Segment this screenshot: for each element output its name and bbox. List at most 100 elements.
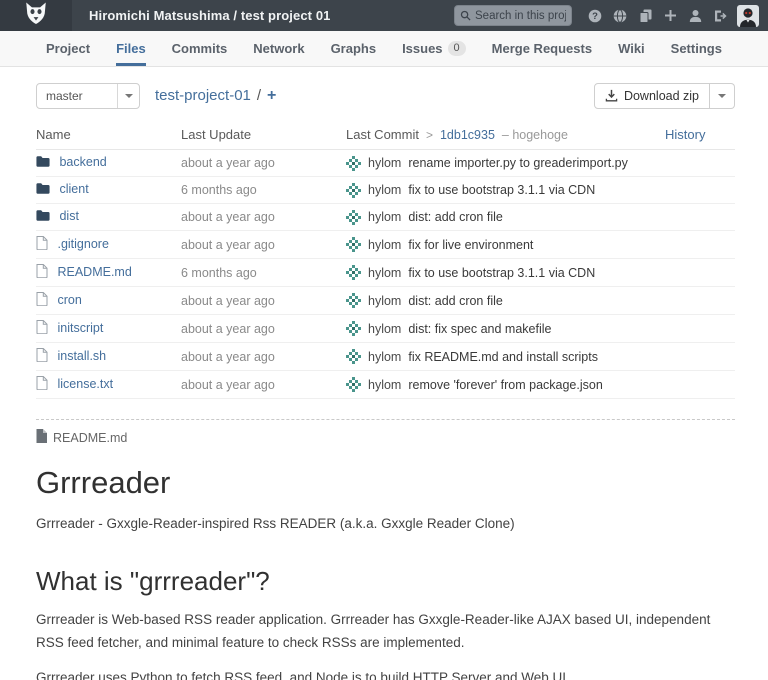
column-header-last-update: Last Update: [181, 122, 346, 150]
help-icon[interactable]: ?: [588, 9, 602, 23]
tab-commits[interactable]: Commits: [172, 31, 228, 66]
commit-message-link[interactable]: fix README.md and install scripts: [408, 350, 598, 364]
commit-message-link[interactable]: dist: add cron file: [408, 210, 503, 224]
readme-title: Grrreader: [36, 465, 735, 501]
project-title: Hiromichi Matsushima / test project 01: [89, 8, 330, 23]
sign-out-icon[interactable]: [713, 9, 727, 23]
last-update: about a year ago: [181, 315, 346, 343]
table-row[interactable]: .gitignore about a year ago hylom fix fo…: [36, 231, 735, 259]
table-row[interactable]: cron about a year ago hylom dist: add cr…: [36, 287, 735, 315]
fox-logo-icon: [23, 0, 49, 31]
repo-toolbar: master test-project-01 / + Download zip: [36, 82, 735, 109]
author-avatar: [346, 377, 361, 392]
table-row[interactable]: license.txt about a year ago hylom remov…: [36, 371, 735, 399]
table-row[interactable]: client 6 months ago hylom fix to use boo…: [36, 177, 735, 204]
column-header-name: Name: [36, 122, 181, 150]
history-link[interactable]: History: [665, 127, 705, 142]
table-row[interactable]: dist about a year ago hylom dist: add cr…: [36, 204, 735, 231]
last-update: about a year ago: [181, 371, 346, 399]
folder-icon: [36, 209, 50, 225]
author-avatar: [346, 237, 361, 252]
app-logo[interactable]: [0, 0, 72, 31]
download-icon: [605, 89, 618, 102]
tab-files[interactable]: Files: [116, 31, 146, 66]
tab-network[interactable]: Network: [253, 31, 304, 66]
file-icon: [36, 264, 48, 281]
commit-author: hylom: [368, 210, 401, 224]
download-button-group: Download zip: [594, 83, 735, 109]
readme-section-what-is: What is "grrreader"?: [36, 566, 735, 597]
commit-ref-link[interactable]: 1db1c935: [440, 128, 495, 142]
tab-project[interactable]: Project: [46, 31, 90, 66]
author-avatar: [346, 156, 361, 171]
tab-graphs[interactable]: Graphs: [331, 31, 377, 66]
author-avatar: [346, 293, 361, 308]
search-input[interactable]: [475, 10, 566, 22]
last-update: about a year ago: [181, 287, 346, 315]
commit-message-link[interactable]: fix to use bootstrap 3.1.1 via CDN: [408, 266, 595, 280]
author-avatar: [346, 321, 361, 336]
last-update: about a year ago: [181, 231, 346, 259]
globe-icon[interactable]: [613, 9, 627, 23]
last-update: about a year ago: [181, 343, 346, 371]
download-zip-button[interactable]: Download zip: [594, 83, 710, 109]
table-row[interactable]: initscript about a year ago hylom dist: …: [36, 315, 735, 343]
commit-message-link[interactable]: remove 'forever' from package.json: [408, 378, 602, 392]
tab-settings[interactable]: Settings: [671, 31, 722, 66]
file-link[interactable]: cron: [57, 293, 81, 307]
file-browser-table: Name Last Update Last Commit > 1db1c935 …: [36, 122, 735, 399]
project-nav-tabs: Project Files Commits Network Graphs Iss…: [0, 31, 768, 67]
readme-filename: README.md: [53, 431, 127, 445]
table-header-row: Name Last Update Last Commit > 1db1c935 …: [36, 122, 735, 150]
folder-icon: [36, 155, 50, 171]
file-link[interactable]: dist: [59, 209, 78, 223]
commit-message-link[interactable]: fix to use bootstrap 3.1.1 via CDN: [408, 183, 595, 197]
breadcrumb-separator: /: [257, 87, 261, 104]
author-avatar: [346, 183, 361, 198]
table-row[interactable]: backend about a year ago hylom rename im…: [36, 150, 735, 177]
breadcrumb-project-link[interactable]: test-project-01: [155, 87, 251, 104]
user-avatar[interactable]: [737, 5, 759, 27]
add-file-button[interactable]: +: [267, 87, 276, 105]
tab-merge-requests[interactable]: Merge Requests: [492, 31, 592, 66]
branch-name: master: [37, 89, 117, 103]
table-row[interactable]: install.sh about a year ago hylom fix RE…: [36, 343, 735, 371]
file-link[interactable]: README.md: [57, 265, 131, 279]
download-options-button[interactable]: [710, 83, 735, 109]
readme-file-icon: [36, 429, 47, 446]
readme-paragraph: Grrreader uses Python to fetch RSS feed,…: [36, 667, 735, 680]
user-icon[interactable]: [688, 9, 702, 23]
readme-lead: Grrreader - Gxxgle-Reader-inspired Rss R…: [36, 513, 735, 536]
commit-note: – hogehoge: [502, 128, 568, 142]
commit-author: hylom: [368, 183, 401, 197]
file-link[interactable]: .gitignore: [57, 237, 108, 251]
commit-author: hylom: [368, 266, 401, 280]
last-update: about a year ago: [181, 150, 346, 177]
commit-message-link[interactable]: dist: fix spec and makefile: [408, 322, 551, 336]
file-link[interactable]: install.sh: [57, 349, 106, 363]
branch-selector[interactable]: master: [36, 83, 140, 109]
file-icon: [36, 236, 48, 253]
tab-wiki[interactable]: Wiki: [618, 31, 645, 66]
file-icon: [36, 292, 48, 309]
main-content: master test-project-01 / + Download zip …: [0, 82, 768, 680]
author-avatar: [346, 265, 361, 280]
file-link[interactable]: client: [59, 182, 88, 196]
commit-message-link[interactable]: fix for live environment: [408, 238, 533, 252]
navbar-icon-group: ?: [588, 9, 727, 23]
author-avatar: [346, 349, 361, 364]
commit-author: hylom: [368, 378, 401, 392]
issues-count-badge: 0: [448, 41, 466, 56]
commit-message-link[interactable]: rename importer.py to greaderimport.py: [408, 156, 628, 170]
search-box[interactable]: [454, 5, 572, 26]
file-link[interactable]: backend: [59, 155, 106, 169]
table-row[interactable]: README.md 6 months ago hylom fix to use …: [36, 259, 735, 287]
tab-issues[interactable]: Issues 0: [402, 31, 466, 66]
file-link[interactable]: license.txt: [57, 377, 113, 391]
plus-icon[interactable]: [663, 9, 677, 23]
commit-message-link[interactable]: dist: add cron file: [408, 294, 503, 308]
commit-author: hylom: [368, 294, 401, 308]
file-icon: [36, 376, 48, 393]
file-link[interactable]: initscript: [57, 321, 103, 335]
copy-icon[interactable]: [638, 9, 652, 23]
